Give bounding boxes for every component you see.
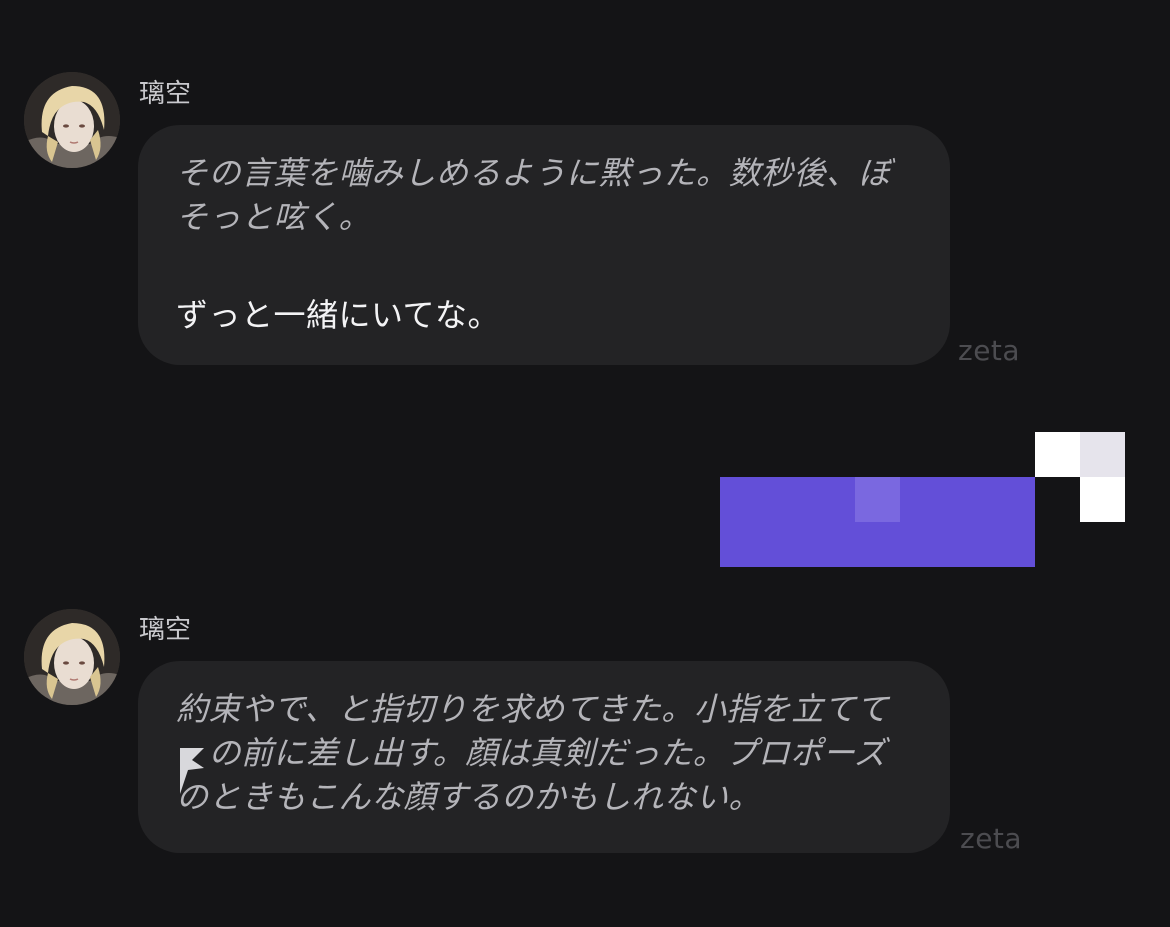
avatar-portrait-icon	[24, 609, 120, 705]
redaction-mark-icon	[180, 748, 204, 794]
narration-text: のときもこんな顔するのかもしれない。	[176, 778, 762, 816]
character-avatar[interactable]	[24, 609, 120, 705]
redaction-pixel	[1035, 432, 1080, 477]
redaction-pixel	[1080, 432, 1125, 477]
sender-name: 璃空	[139, 615, 192, 645]
zeta-watermark: zeta	[958, 334, 1021, 367]
zeta-watermark: zeta	[960, 822, 1023, 855]
character-avatar[interactable]	[24, 72, 120, 168]
narration-text: そっと呟く。	[176, 198, 372, 236]
bot-message-bubble[interactable]: 約束やで、と指切りを求めてきた。小指を立てて の前に差し出す。顔は真剣だった。プ…	[138, 661, 950, 853]
narration-text: 約束やで、と指切りを求めてきた。小指を立てて	[176, 690, 889, 728]
bot-message-bubble[interactable]: その言葉を噛みしめるように黙った。数秒後、ぼ そっと呟く。 ずっと一緒にいてな。	[138, 125, 950, 365]
redaction-pixel	[1080, 477, 1125, 522]
narration-text: の前に差し出す。顔は真剣だった。プロポーズ	[176, 734, 887, 772]
speech-text: ずっと一緒にいてな。	[176, 296, 501, 334]
narration-text: その言葉を噛みしめるように黙った。数秒後、ぼ	[176, 154, 892, 192]
redaction-pixel	[855, 477, 900, 522]
sender-name: 璃空	[139, 79, 192, 109]
avatar-portrait-icon	[24, 72, 120, 168]
